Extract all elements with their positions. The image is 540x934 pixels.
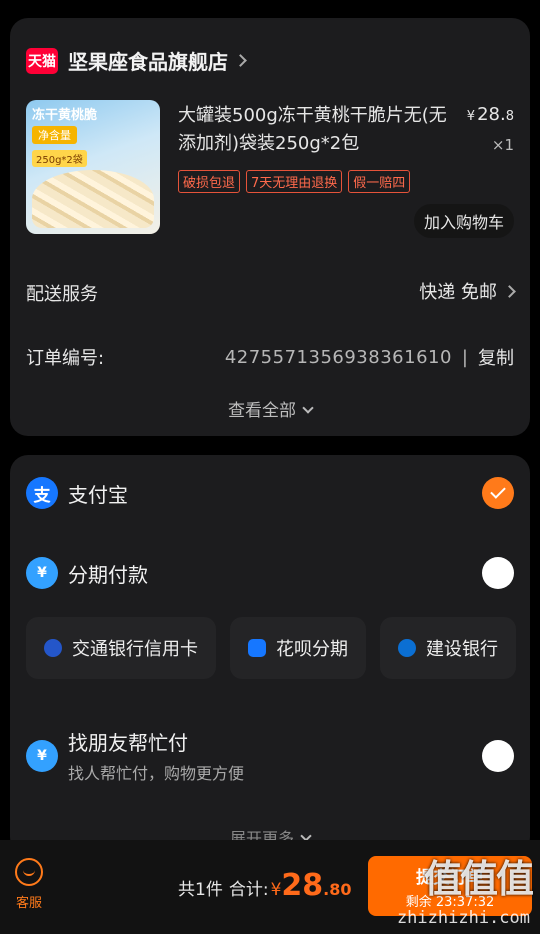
tag-damage-refund: 破损包退	[178, 170, 241, 193]
delivery-value: 快递 免邮	[419, 282, 497, 303]
option-huabei-installment[interactable]: 花呗分期	[230, 617, 366, 679]
order-number-row: 4275571356938361610 | 复制	[225, 344, 514, 370]
installment-label: 分期付款	[68, 562, 148, 587]
customer-service-icon	[15, 858, 43, 886]
option-bocom-credit-card[interactable]: 交通银行信用卡	[26, 617, 216, 679]
chevron-right-icon	[234, 54, 247, 67]
view-all-label: 查看全部	[228, 401, 296, 421]
installment-icon: ¥	[26, 557, 58, 589]
option-ccb[interactable]: 建设银行	[380, 617, 516, 679]
installment-radio[interactable]	[482, 557, 514, 589]
total-amount: 28	[281, 868, 324, 903]
store-name[interactable]: 坚果座食品旗舰店	[68, 46, 228, 75]
product-image[interactable]: 冻干黄桃脆 净含量 250g*2袋	[26, 100, 160, 234]
checkout-bar: 客服 共1件 合计: ¥28.80 提交订单 剩余 23:37:32 值值值 z…	[0, 840, 540, 934]
watermark: 值值值	[423, 857, 534, 901]
price-dec: 8	[505, 109, 514, 124]
total-decimal: .80	[323, 880, 352, 899]
huabei-icon	[248, 639, 266, 657]
customer-service-label: 客服	[15, 896, 42, 911]
price-symbol: ¥	[466, 109, 476, 124]
service-tags: 破损包退 7天无理由退换 假一赔四	[178, 170, 411, 193]
order-number-label: 订单编号:	[26, 348, 105, 369]
chevron-down-icon	[302, 402, 314, 414]
friend-pay-radio[interactable]	[482, 739, 514, 772]
option-label: 交通银行信用卡	[72, 639, 198, 660]
customer-service-button[interactable]: 客服	[12, 858, 46, 911]
friend-pay-subtitle: 找人帮忙付，购物更方便	[68, 764, 245, 783]
order-number: 4275571356938361610	[224, 346, 452, 368]
add-to-cart-button[interactable]: 加入购物车	[413, 204, 514, 238]
product-quantity: ×1	[491, 136, 514, 154]
alipay-label: 支付宝	[68, 482, 128, 507]
item-count: 共1件	[178, 880, 223, 900]
tmall-badge-icon: 天猫	[26, 47, 58, 74]
payment-option-friend-pay[interactable]: ¥ 找朋友帮忙付 找人帮忙付，购物更方便	[26, 727, 514, 784]
watermark-url: zhizhizhi.com	[396, 908, 530, 928]
product-title[interactable]: 大罐装500g冻干黄桃干脆片无(无添加剂)袋装250g*2包	[178, 102, 450, 158]
option-label: 花呗分期	[276, 639, 348, 660]
alipay-radio-checked[interactable]	[482, 477, 514, 509]
payment-card: 支 支付宝 ¥ 分期付款 交通银行信用卡 花呗分期 建设银行 ¥ 找朋友帮忙付 …	[10, 455, 530, 855]
total-label: 合计:	[228, 880, 269, 900]
friend-pay-label: 找朋友帮忙付	[68, 731, 188, 755]
order-card: 天猫 坚果座食品旗舰店 冻干黄桃脆 净含量 250g*2袋 大罐装500g冻干黄…	[10, 18, 530, 436]
view-all-button[interactable]: 查看全部	[10, 396, 530, 421]
payment-option-alipay[interactable]: 支 支付宝	[26, 477, 514, 509]
ccb-icon	[398, 639, 416, 657]
divider: |	[461, 346, 468, 368]
chevron-right-icon	[503, 284, 516, 298]
option-label: 建设银行	[426, 639, 498, 660]
product-image-title: 冻干黄桃脆	[32, 108, 98, 123]
copy-button[interactable]: 复制	[478, 344, 514, 370]
alipay-icon: 支	[26, 477, 58, 509]
tag-fake-compensation: 假一赔四	[348, 170, 411, 193]
product-price: ¥28.8	[467, 104, 514, 125]
delivery-label: 配送服务	[26, 284, 98, 305]
price-int: 28.	[477, 104, 506, 125]
product-image-weight: 250g*2袋	[32, 150, 87, 167]
tag-7day-return: 7天无理由退换	[246, 170, 343, 193]
order-total: 共1件 合计: ¥28.80	[178, 868, 351, 903]
installment-options: 交通银行信用卡 花呗分期 建设银行	[26, 617, 516, 679]
friend-pay-icon: ¥	[26, 739, 58, 772]
friend-pay-text: 找朋友帮忙付 找人帮忙付，购物更方便	[68, 727, 244, 784]
product-image-tag: 净含量	[32, 126, 77, 144]
delivery-option[interactable]: 快递 免邮	[419, 278, 516, 304]
checkmark-icon	[490, 483, 506, 499]
total-symbol: ¥	[270, 880, 282, 900]
store-header[interactable]: 天猫 坚果座食品旗舰店	[26, 46, 247, 75]
payment-option-installment[interactable]: ¥ 分期付款	[26, 557, 514, 589]
bocom-icon	[44, 639, 62, 657]
peach-slices-illustration	[32, 170, 154, 228]
